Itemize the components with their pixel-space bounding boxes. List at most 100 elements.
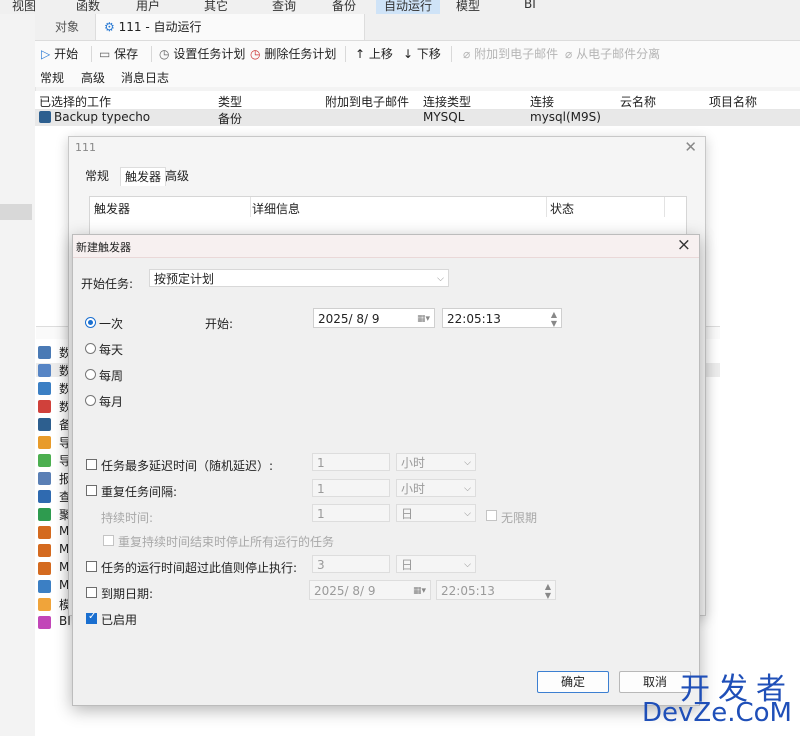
- play-icon: ▷: [41, 47, 51, 61]
- freq-monthly-label[interactable]: 每月: [99, 393, 123, 410]
- expire-checkbox[interactable]: [86, 587, 97, 598]
- chevron-down-icon: ⌵: [464, 509, 471, 519]
- toolbar-divider: [345, 46, 346, 62]
- stop-if-value-input[interactable]: 3: [312, 555, 390, 573]
- database-icon: [38, 382, 51, 395]
- close-icon[interactable]: ×: [677, 235, 691, 255]
- subtab-advanced[interactable]: 高级: [81, 69, 105, 86]
- tab-objects[interactable]: 对象: [55, 14, 79, 40]
- automation-icon: ⚙: [104, 20, 115, 34]
- dialog-title: 新建触发器: [76, 241, 131, 254]
- delay-unit-select[interactable]: 小时 ⌵: [396, 453, 476, 471]
- start-time-spinner[interactable]: 22:05:13 ▲ ▼: [442, 308, 562, 328]
- menu-model[interactable]: 模型: [456, 0, 480, 14]
- document-tab-bar: 对象 ⚙ 111 - 自动运行: [35, 14, 800, 41]
- menu-query[interactable]: 查询: [272, 0, 296, 14]
- start-date-picker[interactable]: 2025/ 8/ 9 ▦▾: [313, 308, 435, 328]
- subtab-general[interactable]: 常规: [40, 69, 64, 86]
- save-button[interactable]: ▭ 保存: [99, 41, 138, 67]
- col-cloud[interactable]: 云名称: [620, 93, 656, 110]
- tab-general[interactable]: 常规: [83, 167, 111, 185]
- delay-label: 任务最多延迟时间（随机延迟）:: [101, 459, 274, 473]
- chevron-down-icon: ⌵: [464, 484, 471, 494]
- menu-automation[interactable]: 自动运行: [376, 0, 441, 14]
- menu-function[interactable]: 函数: [76, 0, 100, 14]
- col-email[interactable]: 附加到电子邮件: [325, 93, 409, 110]
- import-icon: [38, 436, 51, 449]
- set-schedule-button[interactable]: ◷ 设置任务计划: [159, 41, 245, 67]
- repeat-checkbox[interactable]: [86, 485, 97, 496]
- start-button[interactable]: ▷ 开始: [41, 41, 78, 67]
- clock-delete-icon: ◷: [250, 47, 261, 61]
- close-icon[interactable]: ✕: [684, 138, 697, 156]
- duration-value-input[interactable]: 1: [312, 504, 390, 522]
- job-list-row[interactable]: Backup typecho 备份 MYSQL mysql(M9S): [35, 110, 800, 126]
- tab-triggers[interactable]: 触发器: [120, 167, 167, 186]
- detach-email-button[interactable]: ⌀ 从电子邮件分离: [565, 41, 660, 67]
- spinner-icon: ▲ ▼: [544, 582, 551, 600]
- menu-other[interactable]: 其它: [204, 0, 228, 14]
- freq-once-label[interactable]: 一次: [99, 315, 123, 332]
- duration-label: 持续时间:: [101, 511, 154, 525]
- calendar-icon: ▦▾: [412, 586, 426, 596]
- freq-monthly-radio[interactable]: [85, 395, 96, 406]
- freq-weekly-label[interactable]: 每周: [99, 367, 123, 384]
- detach-icon: ⌀: [565, 47, 573, 61]
- expire-time-spinner[interactable]: 22:05:13 ▲ ▼: [436, 580, 556, 600]
- col-status[interactable]: 状态: [550, 200, 574, 217]
- start-task-select[interactable]: 按预定计划 ⌵: [149, 269, 449, 287]
- col-trigger[interactable]: 触发器: [94, 200, 130, 217]
- freq-once-radio[interactable]: [85, 317, 96, 328]
- job-type: 备份: [218, 112, 243, 126]
- toolbar: ▷ 开始 ▭ 保存 ◷ 设置任务计划 ◷ 删除任务计划 ↑ 上移 ↓ 下移 ⌀ …: [35, 41, 800, 67]
- tab-automation-111[interactable]: ⚙ 111 - 自动运行: [95, 14, 365, 40]
- expire-date-picker[interactable]: 2025/ 8/ 9 ▦▾: [309, 580, 431, 600]
- spinner-icon: ▲ ▼: [550, 310, 557, 328]
- attach-email-button[interactable]: ⌀ 附加到电子邮件: [463, 41, 558, 67]
- menu-user[interactable]: 用户: [136, 0, 160, 14]
- freq-daily-radio[interactable]: [85, 343, 96, 354]
- freq-daily-label[interactable]: 每天: [99, 341, 123, 358]
- menu-bi[interactable]: BI: [524, 0, 536, 11]
- start-label: 开始:: [205, 317, 234, 331]
- query-icon: [38, 490, 51, 503]
- stop-if-checkbox[interactable]: [86, 561, 97, 572]
- unlimited-checkbox[interactable]: [486, 510, 497, 521]
- enabled-checkbox[interactable]: [86, 611, 97, 624]
- toolbar-divider: [151, 46, 152, 62]
- stop-all-checkbox[interactable]: [103, 535, 114, 546]
- move-up-button[interactable]: ↑ 上移: [355, 41, 393, 67]
- ok-button[interactable]: 确定: [537, 671, 609, 693]
- enabled-label: 已启用: [101, 613, 138, 627]
- stop-if-unit-select[interactable]: 日 ⌵: [396, 555, 476, 573]
- aggregate-icon: [38, 508, 51, 521]
- menu-view[interactable]: 视图: [12, 0, 36, 14]
- left-gutter: [0, 14, 36, 736]
- sub-tab-bar: 常规 高级 消息日志: [35, 67, 800, 87]
- freq-weekly-radio[interactable]: [85, 369, 96, 380]
- duration-unit-select[interactable]: 日 ⌵: [396, 504, 476, 522]
- bi-icon: [38, 616, 51, 629]
- col-details[interactable]: 详细信息: [252, 200, 300, 217]
- repeat-unit-select[interactable]: 小时 ⌵: [396, 479, 476, 497]
- delay-value-input[interactable]: 1: [312, 453, 390, 471]
- delay-checkbox[interactable]: [86, 459, 97, 470]
- col-type[interactable]: 类型: [218, 93, 242, 110]
- job-conn-type: MYSQL: [423, 110, 465, 124]
- clock-icon: ◷: [159, 47, 170, 61]
- subtab-message-log[interactable]: 消息日志: [121, 69, 169, 86]
- menu-backup[interactable]: 备份: [332, 0, 356, 14]
- model-icon: [38, 598, 51, 611]
- delete-schedule-button[interactable]: ◷ 删除任务计划: [250, 41, 336, 67]
- repeat-value-input[interactable]: 1: [312, 479, 390, 497]
- column-divider: [664, 197, 665, 217]
- start-task-label: 开始任务:: [81, 277, 134, 291]
- col-conn[interactable]: 连接: [530, 93, 554, 110]
- export-icon: [38, 454, 51, 467]
- tab-advanced[interactable]: 高级: [163, 167, 191, 185]
- arrow-down-icon: ↓: [403, 47, 414, 61]
- move-down-button[interactable]: ↓ 下移: [403, 41, 441, 67]
- col-conn-type[interactable]: 连接类型: [423, 93, 471, 110]
- col-job[interactable]: 已选择的工作: [39, 93, 111, 110]
- col-project[interactable]: 项目名称: [709, 93, 757, 110]
